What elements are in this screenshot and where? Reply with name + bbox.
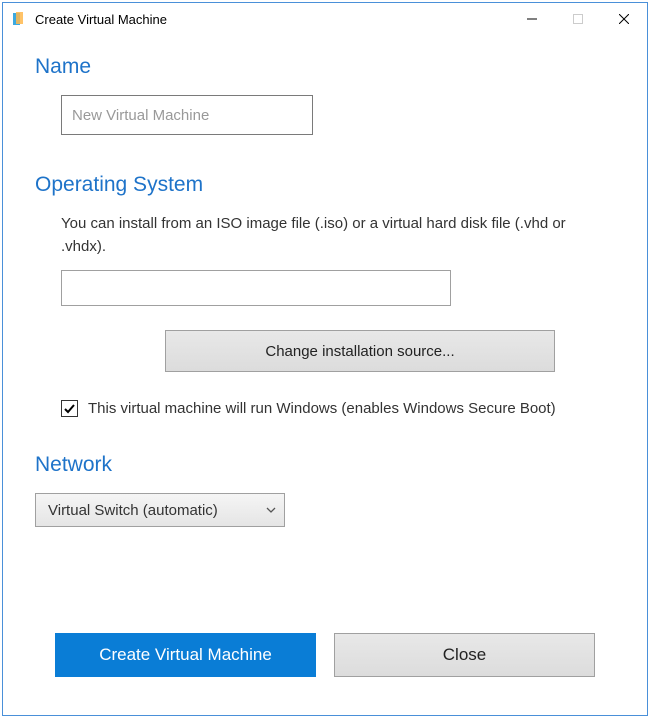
app-icon <box>11 11 27 27</box>
minimize-button[interactable] <box>509 3 555 35</box>
create-vm-button[interactable]: Create Virtual Machine <box>55 633 316 677</box>
close-button[interactable] <box>601 3 647 35</box>
titlebar: Create Virtual Machine <box>3 3 647 35</box>
network-heading: Network <box>35 453 615 477</box>
vm-name-input[interactable] <box>61 95 313 135</box>
windows-secure-boot-checkbox[interactable] <box>61 400 78 417</box>
content-area: Name Operating System You can install fr… <box>3 35 647 715</box>
chevron-down-icon <box>266 505 276 516</box>
install-source-input[interactable] <box>61 270 451 306</box>
close-dialog-button[interactable]: Close <box>334 633 595 677</box>
change-installation-source-button[interactable]: Change installation source... <box>165 330 555 372</box>
maximize-button <box>555 3 601 35</box>
windows-secure-boot-label: This virtual machine will run Windows (e… <box>88 400 556 417</box>
os-description: You can install from an ISO image file (… <box>61 213 595 258</box>
windows-secure-boot-row[interactable]: This virtual machine will run Windows (e… <box>61 400 615 417</box>
os-heading: Operating System <box>35 173 615 197</box>
name-heading: Name <box>35 55 615 79</box>
network-switch-select[interactable]: Virtual Switch (automatic) <box>35 493 285 527</box>
network-switch-value: Virtual Switch (automatic) <box>48 502 218 519</box>
window-controls <box>509 3 647 35</box>
create-vm-window: Create Virtual Machine Name Operating Sy… <box>2 2 648 716</box>
footer-buttons: Create Virtual Machine Close <box>35 615 615 695</box>
window-title: Create Virtual Machine <box>35 12 509 27</box>
